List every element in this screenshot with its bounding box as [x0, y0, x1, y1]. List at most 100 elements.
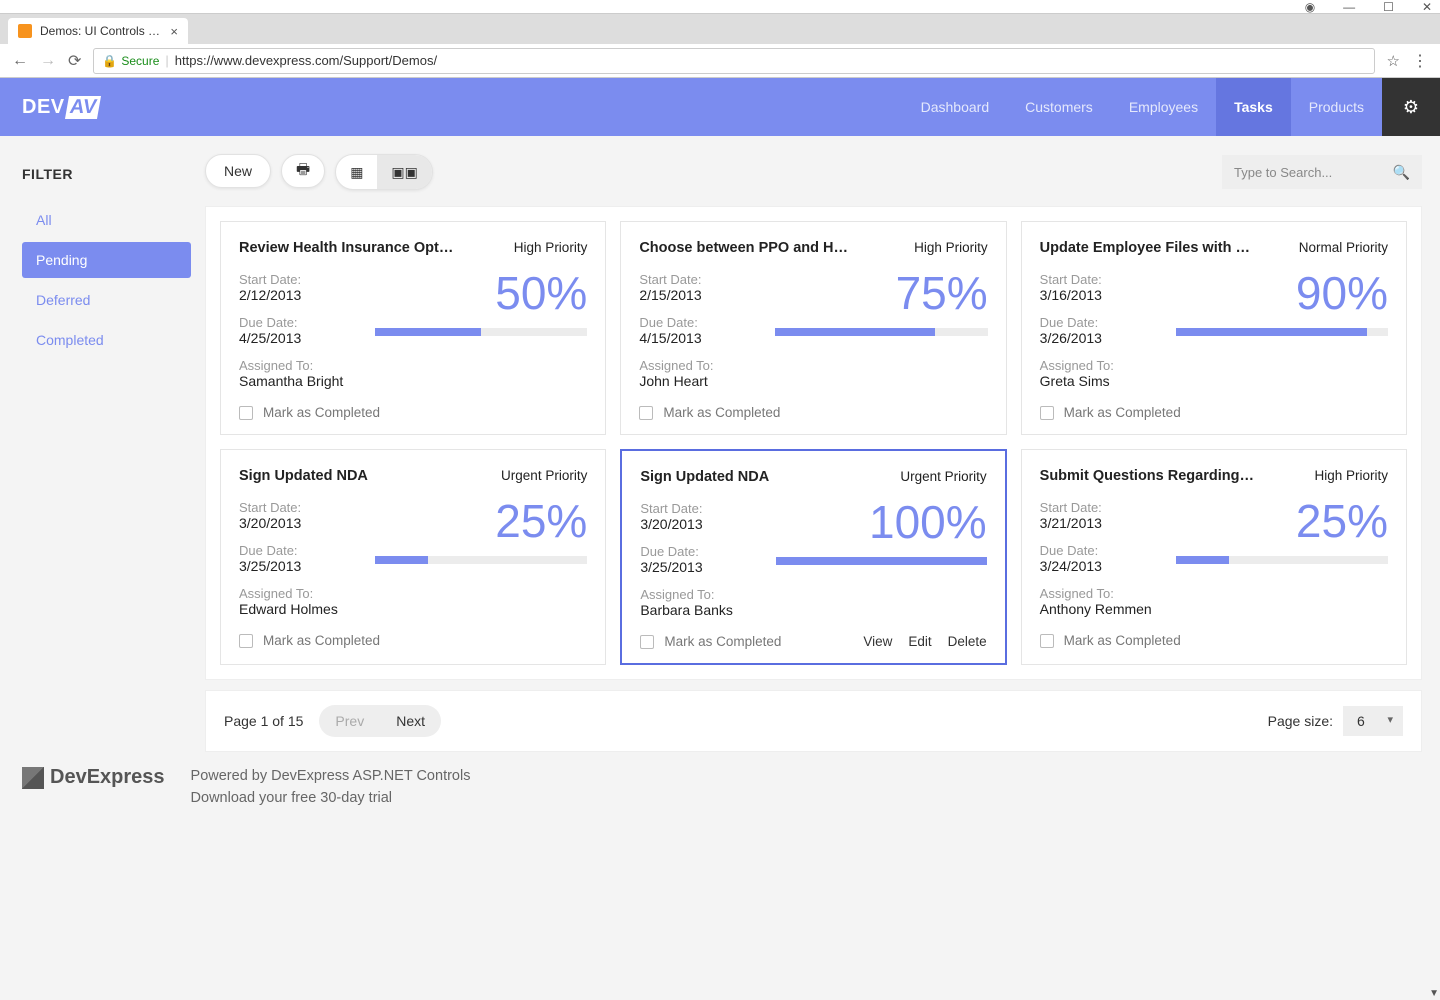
task-card[interactable]: Sign Updated NDA Urgent Priority Start D… [620, 449, 1006, 665]
nav-employees[interactable]: Employees [1111, 78, 1216, 136]
browser-menu-icon[interactable]: ⋮ [1412, 51, 1428, 71]
task-priority: High Priority [914, 240, 988, 255]
filter-deferred[interactable]: Deferred [22, 282, 191, 318]
task-card[interactable]: Update Employee Files with New... Normal… [1021, 221, 1407, 435]
progress-fill [775, 328, 934, 336]
edit-button[interactable]: Edit [908, 634, 931, 649]
footer-line1: Powered by DevExpress ASP.NET Controls [191, 766, 471, 788]
task-card[interactable]: Submit Questions Regarding Ne... High Pr… [1021, 449, 1407, 665]
assigned-to-value: John Heart [639, 373, 759, 389]
due-date-value: 3/25/2013 [640, 559, 760, 575]
progress-bar [775, 328, 987, 336]
mark-completed-checkbox[interactable] [239, 634, 253, 648]
progress-percent: 50% [375, 270, 587, 316]
mark-completed-checkbox[interactable] [1040, 406, 1054, 420]
progress-fill [1176, 328, 1367, 336]
sidebar: FILTER All Pending Deferred Completed [0, 136, 205, 820]
start-date-label: Start Date: [1040, 272, 1160, 287]
filter-all[interactable]: All [22, 202, 191, 238]
grid-icon: ▣▣ [391, 164, 417, 181]
nav-dashboard[interactable]: Dashboard [903, 78, 1008, 136]
due-date-label: Due Date: [1040, 543, 1160, 558]
start-date-value: 3/21/2013 [1040, 515, 1160, 531]
back-icon[interactable]: ← [12, 52, 28, 70]
assigned-to-label: Assigned To: [239, 586, 359, 601]
assigned-to-value: Samantha Bright [239, 373, 359, 389]
mark-completed-checkbox[interactable] [1040, 634, 1054, 648]
browser-tab-title: Demos: UI Controls and F [40, 24, 162, 38]
forward-icon[interactable]: → [40, 52, 56, 70]
scroll-down-icon[interactable]: ▼ [1429, 988, 1439, 999]
progress-percent: 25% [1176, 498, 1388, 544]
start-date-label: Start Date: [1040, 500, 1160, 515]
close-icon[interactable]: ✕ [1422, 0, 1432, 14]
minimize-icon[interactable]: — [1343, 0, 1355, 14]
task-title: Sign Updated NDA [640, 469, 769, 485]
prev-button[interactable]: Prev [319, 705, 380, 737]
assigned-to-label: Assigned To: [639, 358, 759, 373]
assigned-to-label: Assigned To: [1040, 586, 1160, 601]
reload-icon[interactable]: ⟳ [68, 51, 81, 71]
new-button[interactable]: New [205, 154, 271, 188]
window-titlebar: ◉ — ☐ ✕ [0, 0, 1440, 14]
nav-customers[interactable]: Customers [1007, 78, 1111, 136]
table-icon: ▦ [350, 164, 363, 181]
assigned-to-value: Anthony Remmen [1040, 601, 1160, 617]
pager: Page 1 of 15 Prev Next Page size: 6 [205, 690, 1422, 752]
browser-tabbar: Demos: UI Controls and F × [0, 14, 1440, 44]
secure-badge: 🔒 Secure [102, 54, 159, 68]
start-date-value: 3/20/2013 [239, 515, 359, 531]
progress-percent: 75% [775, 270, 987, 316]
mark-completed-checkbox[interactable] [639, 406, 653, 420]
search-placeholder: Type to Search... [1234, 165, 1393, 180]
browser-tab[interactable]: Demos: UI Controls and F × [8, 18, 188, 44]
search-icon[interactable]: 🔍 [1393, 164, 1410, 181]
view-button[interactable]: View [863, 634, 892, 649]
table-view-button[interactable]: ▦ [336, 155, 377, 189]
nav-tasks[interactable]: Tasks [1216, 78, 1291, 136]
assigned-to-value: Barbara Banks [640, 602, 760, 618]
favicon-icon [18, 24, 32, 38]
tab-close-icon[interactable]: × [170, 24, 178, 39]
assigned-to-value: Greta Sims [1040, 373, 1160, 389]
task-priority: Urgent Priority [900, 469, 986, 484]
task-card[interactable]: Choose between PPO and HMO ... High Prio… [620, 221, 1006, 435]
user-icon[interactable]: ◉ [1305, 0, 1315, 14]
due-date-label: Due Date: [239, 315, 359, 330]
assigned-to-label: Assigned To: [239, 358, 359, 373]
print-button[interactable]: 🖶 [281, 154, 325, 188]
progress-percent: 25% [375, 498, 587, 544]
pager-buttons: Prev Next [319, 705, 441, 737]
filter-pending[interactable]: Pending [22, 242, 191, 278]
gear-icon: ⚙ [1403, 97, 1419, 118]
footer: DevExpress Powered by DevExpress ASP.NET… [0, 752, 1422, 810]
mark-completed-label: Mark as Completed [1064, 633, 1181, 648]
nav-products[interactable]: Products [1291, 78, 1382, 136]
url-input[interactable]: 🔒 Secure | https://www.devexpress.com/Su… [93, 48, 1374, 74]
maximize-icon[interactable]: ☐ [1383, 0, 1394, 14]
delete-button[interactable]: Delete [948, 634, 987, 649]
bookmark-icon[interactable]: ☆ [1387, 52, 1400, 70]
mark-completed-checkbox[interactable] [640, 635, 654, 649]
browser-addressbar: ← → ⟳ 🔒 Secure | https://www.devexpress.… [0, 44, 1440, 78]
search-input[interactable]: Type to Search... 🔍 [1222, 155, 1422, 189]
secure-label: Secure [121, 54, 159, 68]
progress-fill [375, 556, 428, 564]
task-priority: High Priority [514, 240, 588, 255]
progress-fill [776, 557, 986, 565]
task-card[interactable]: Sign Updated NDA Urgent Priority Start D… [220, 449, 606, 665]
mark-completed-checkbox[interactable] [239, 406, 253, 420]
due-date-value: 3/26/2013 [1040, 330, 1160, 346]
devexpress-brand-text: DevExpress [50, 766, 165, 789]
devexpress-logo[interactable]: DevExpress [0, 766, 165, 789]
progress-fill [375, 328, 481, 336]
settings-button[interactable]: ⚙ [1382, 78, 1440, 136]
grid-view-button[interactable]: ▣▣ [377, 155, 431, 189]
app-logo[interactable]: DEVAV [22, 78, 99, 136]
next-button[interactable]: Next [380, 705, 441, 737]
mark-completed-label: Mark as Completed [1064, 405, 1181, 420]
filter-heading: FILTER [22, 166, 191, 182]
page-size-select[interactable]: 6 [1343, 706, 1403, 736]
task-card[interactable]: Review Health Insurance Option... High P… [220, 221, 606, 435]
filter-completed[interactable]: Completed [22, 322, 191, 358]
